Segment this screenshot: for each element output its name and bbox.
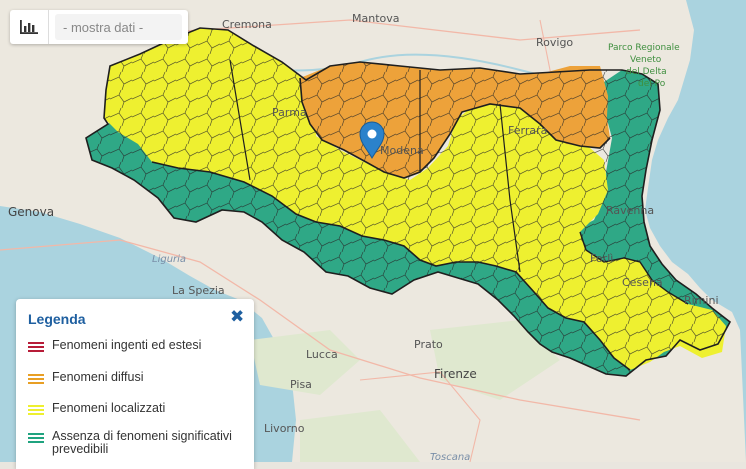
place-label: Prato: [414, 338, 443, 351]
legend-swatch: [28, 433, 44, 445]
place-label: Cremona: [222, 18, 272, 31]
legend-panel: Legenda ✖ Fenomeni ingenti ed estesi Fen…: [16, 299, 254, 469]
legend-item-localizzati: Fenomeni localizzati: [28, 402, 242, 417]
legend-title: Legenda: [28, 311, 86, 327]
legend-item-label: Fenomeni diffusi: [52, 370, 144, 384]
legend-swatch: [28, 405, 44, 417]
place-label: La Spezia: [172, 284, 225, 297]
legend-swatch: [28, 342, 44, 354]
place-label: Rimini: [684, 294, 719, 307]
region-label: Toscana: [430, 452, 470, 462]
place-label: Genova: [8, 205, 54, 219]
place-label: Ferrara: [508, 124, 547, 137]
legend-item-diffusi: Fenomeni diffusi: [28, 371, 242, 386]
place-label: Forlì: [590, 252, 613, 265]
park-label: Veneto: [630, 55, 662, 65]
legend-swatch: [28, 374, 44, 386]
data-select-dropdown[interactable]: - mostra dati -: [55, 14, 182, 40]
park-label: del Delta: [626, 67, 667, 77]
bar-chart-icon: [20, 20, 38, 34]
data-select-value: - mostra dati -: [63, 19, 144, 35]
park-label: del Po: [638, 79, 666, 89]
place-label: Rovigo: [536, 36, 573, 49]
place-label: Cesena: [622, 276, 663, 289]
place-label: Mantova: [352, 12, 400, 25]
legend-item-label: Fenomeni ingenti ed estesi: [52, 338, 202, 352]
place-label: Firenze: [434, 367, 477, 381]
data-toolbar: - mostra dati -: [10, 10, 188, 44]
place-label: Parma: [272, 106, 307, 119]
chart-button[interactable]: [10, 10, 49, 44]
close-icon[interactable]: ✖: [230, 307, 244, 327]
legend-item-assenza: Assenza di fenomeni significativi preved…: [28, 430, 242, 456]
place-label: Livorno: [264, 422, 305, 435]
legend-item-label: Assenza di fenomeni significativi preved…: [52, 429, 232, 456]
legend-item-label: Fenomeni localizzati: [52, 401, 166, 415]
legend-item-ingenti: Fenomeni ingenti ed estesi: [28, 339, 242, 354]
place-label: Lucca: [306, 348, 338, 361]
region-label: Liguria: [152, 254, 186, 265]
place-label: Ravenna: [606, 204, 654, 217]
place-label: Pisa: [290, 378, 312, 391]
park-label: Parco Regionale: [608, 43, 680, 53]
place-label: Modena: [380, 144, 424, 157]
